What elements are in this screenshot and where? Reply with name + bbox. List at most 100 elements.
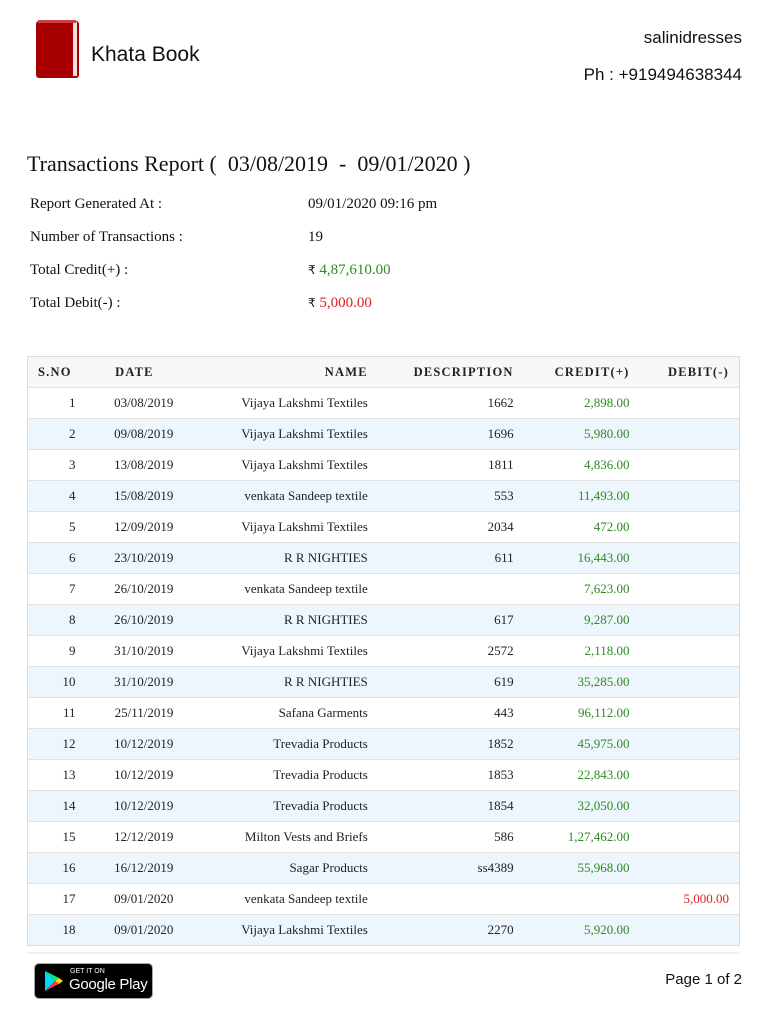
row-description: 1696 xyxy=(377,418,524,450)
row-sno: 17 xyxy=(27,883,86,915)
row-debit xyxy=(639,852,740,884)
row-date: 25/11/2019 xyxy=(85,697,184,729)
row-credit: 96,112.00 xyxy=(523,697,640,729)
badge-big-text: Google Play xyxy=(69,976,148,993)
row-name: venkata Sandeep textile xyxy=(183,883,378,915)
row-debit xyxy=(639,511,740,543)
row-description xyxy=(377,573,524,605)
row-name: R R NIGHTIES xyxy=(183,604,378,636)
row-credit: 5,980.00 xyxy=(523,418,640,450)
row-date: 26/10/2019 xyxy=(85,573,184,605)
row-sno: 2 xyxy=(27,418,86,450)
brand-name: Khata Book xyxy=(91,43,200,66)
row-name: Safana Garments xyxy=(183,697,378,729)
table-row: 10 31/10/2019 R R NIGHTIES 619 35,285.00 xyxy=(27,666,740,698)
row-debit xyxy=(639,759,740,791)
row-date: 10/12/2019 xyxy=(85,790,184,822)
row-name: Trevadia Products xyxy=(183,728,378,760)
row-sno: 15 xyxy=(27,821,86,853)
row-date: 16/12/2019 xyxy=(85,852,184,884)
row-date: 31/10/2019 xyxy=(85,635,184,667)
row-name: Sagar Products xyxy=(183,852,378,884)
row-name: Vijaya Lakshmi Textiles xyxy=(183,914,378,946)
table-row: 15 12/12/2019 Milton Vests and Briefs 586 1,… xyxy=(27,821,740,853)
table-row: 13 10/12/2019 Trevadia Products 1853 22,843.… xyxy=(27,759,740,791)
header-name: NAME xyxy=(183,356,378,388)
row-credit: 9,287.00 xyxy=(523,604,640,636)
table-row: 3 13/08/2019 Vijaya Lakshmi Textiles 1811 4,… xyxy=(27,449,740,481)
header-sno: S.NO xyxy=(27,356,86,388)
row-debit xyxy=(639,728,740,760)
row-debit xyxy=(639,387,740,419)
row-date: 31/10/2019 xyxy=(85,666,184,698)
row-debit xyxy=(639,821,740,853)
row-description: 553 xyxy=(377,480,524,512)
table-row: 5 12/09/2019 Vijaya Lakshmi Textiles 2034 47… xyxy=(27,511,740,543)
row-description: 611 xyxy=(377,542,524,574)
table-row: 16 16/12/2019 Sagar Products ss4389 55,968.0… xyxy=(27,852,740,884)
google-play-badge[interactable]: GET IT ON Google Play xyxy=(34,963,153,999)
row-description: 443 xyxy=(377,697,524,729)
row-sno: 16 xyxy=(27,852,86,884)
row-credit: 4,836.00 xyxy=(523,449,640,481)
generated-at-label: Report Generated At : xyxy=(30,196,163,212)
row-name: Vijaya Lakshmi Textiles xyxy=(183,387,378,419)
row-date: 09/01/2020 xyxy=(85,914,184,946)
row-debit xyxy=(639,790,740,822)
row-sno: 8 xyxy=(27,604,86,636)
row-sno: 3 xyxy=(27,449,86,481)
row-name: Trevadia Products xyxy=(183,790,378,822)
row-date: 10/12/2019 xyxy=(85,728,184,760)
row-description: 2572 xyxy=(377,635,524,667)
rupee-icon: ₹ xyxy=(308,263,316,277)
row-date: 23/10/2019 xyxy=(85,542,184,574)
table-row: 17 09/01/2020 venkata Sandeep textile 5,000… xyxy=(27,883,740,915)
row-description: 1852 xyxy=(377,728,524,760)
row-debit xyxy=(639,418,740,450)
row-description: 1811 xyxy=(377,449,524,481)
row-debit xyxy=(639,449,740,481)
row-date: 15/08/2019 xyxy=(85,480,184,512)
badge-small-text: GET IT ON xyxy=(70,968,105,975)
row-name: Vijaya Lakshmi Textiles xyxy=(183,511,378,543)
row-sno: 9 xyxy=(27,635,86,667)
row-description: 2034 xyxy=(377,511,524,543)
total-debit-label: Total Debit(-) : xyxy=(30,295,121,311)
transaction-count-value: 19 xyxy=(308,229,323,245)
row-name: Milton Vests and Briefs xyxy=(183,821,378,853)
row-name: R R NIGHTIES xyxy=(183,666,378,698)
row-description xyxy=(377,883,524,915)
table-row: 11 25/11/2019 Safana Garments 443 96,112.00 xyxy=(27,697,740,729)
table-row: 12 10/12/2019 Trevadia Products 1852 45,975.… xyxy=(27,728,740,760)
table-row: 14 10/12/2019 Trevadia Products 1854 32,050.… xyxy=(27,790,740,822)
report-title: Transactions Report ( 03/08/2019 - 09/01… xyxy=(27,151,471,176)
row-sno: 10 xyxy=(27,666,86,698)
table-row: 1 03/08/2019 Vijaya Lakshmi Textiles 1662 2,… xyxy=(27,387,740,419)
row-date: 12/09/2019 xyxy=(85,511,184,543)
row-name: Vijaya Lakshmi Textiles xyxy=(183,449,378,481)
row-sno: 4 xyxy=(27,480,86,512)
total-debit: ₹ 5,000.00 xyxy=(308,295,372,312)
row-description: 1853 xyxy=(377,759,524,791)
row-debit: 5,000.00 xyxy=(639,883,740,915)
rupee-icon: ₹ xyxy=(308,296,316,310)
google-play-icon xyxy=(45,971,63,991)
table-header-row: S.NO DATE NAME DESCRIPTION CREDIT(+) DEB… xyxy=(27,356,740,388)
row-date: 03/08/2019 xyxy=(85,387,184,419)
row-date: 09/08/2019 xyxy=(85,418,184,450)
total-credit-label: Total Credit(+) : xyxy=(30,262,129,278)
row-debit xyxy=(639,542,740,574)
row-description: 1662 xyxy=(377,387,524,419)
page-number: Page 1 of 2 xyxy=(665,971,742,988)
header-credit: CREDIT(+) xyxy=(523,356,640,388)
row-sno: 11 xyxy=(27,697,86,729)
row-credit: 16,443.00 xyxy=(523,542,640,574)
row-name: R R NIGHTIES xyxy=(183,542,378,574)
row-description: 617 xyxy=(377,604,524,636)
row-description: 586 xyxy=(377,821,524,853)
table-row: 7 26/10/2019 venkata Sandeep textile 7,623.… xyxy=(27,573,740,605)
row-sno: 13 xyxy=(27,759,86,791)
row-sno: 12 xyxy=(27,728,86,760)
shop-phone: Ph : +919494638344 xyxy=(583,65,742,84)
row-sno: 7 xyxy=(27,573,86,605)
